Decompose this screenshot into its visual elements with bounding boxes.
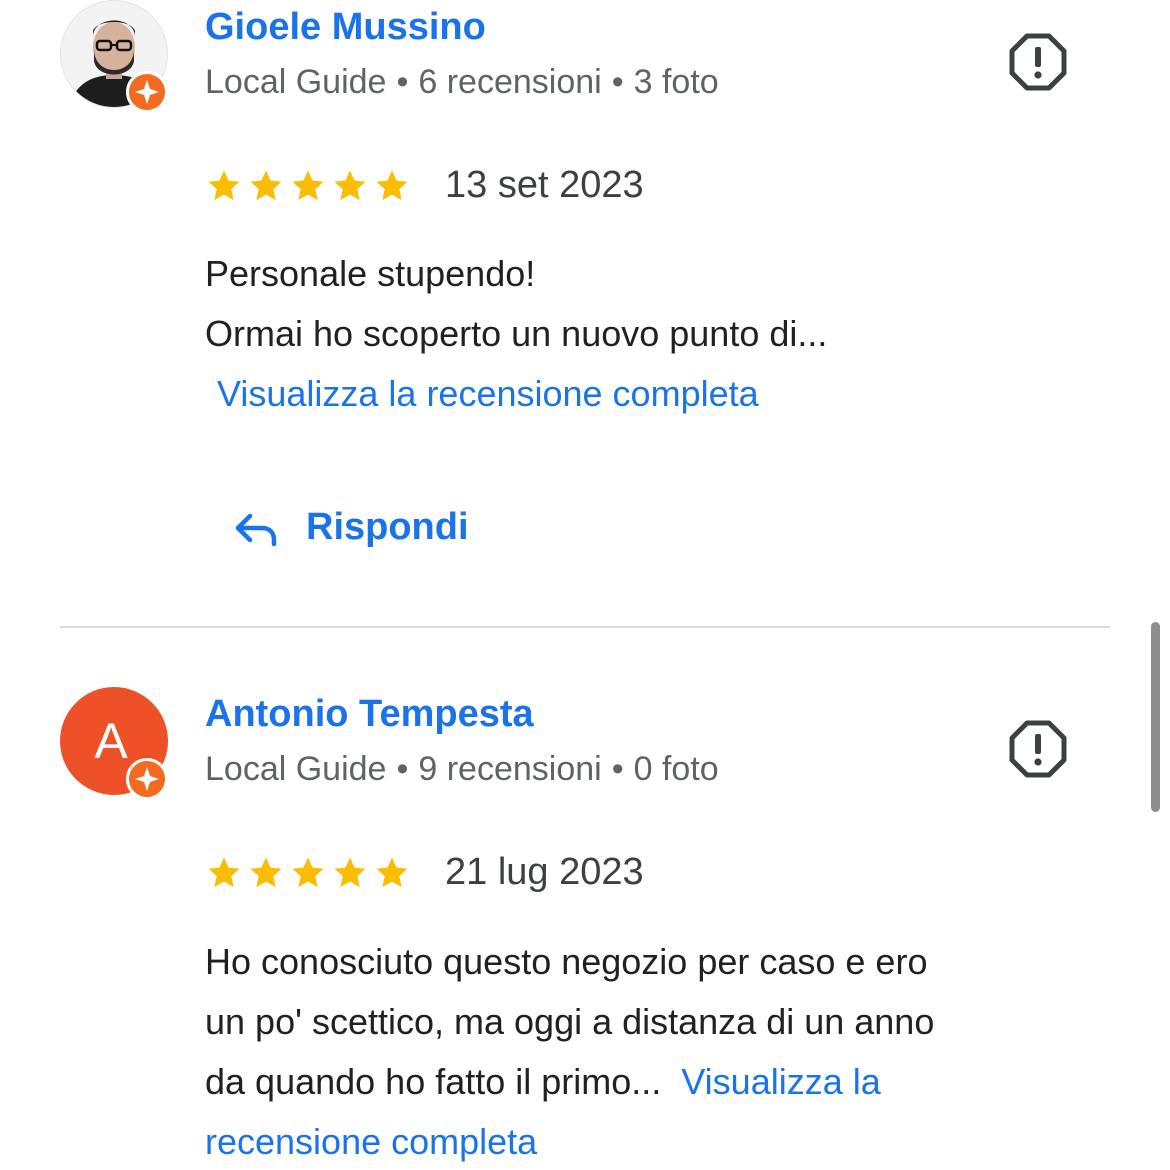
photos-count: 0 foto (633, 750, 719, 788)
separator: • (396, 63, 409, 101)
review-date: 21 lug 2023 (445, 851, 644, 893)
scrollbar-thumb[interactable] (1151, 622, 1160, 812)
report-icon (1009, 720, 1067, 778)
reviewer-meta: Local Guide • 6 recensioni • 3 foto (205, 63, 719, 102)
star-icon (250, 856, 282, 887)
review-text-line: da quando ho fatto il primo... Visualizz… (205, 1052, 1125, 1112)
reviewer-name[interactable]: Gioele Mussino (205, 6, 486, 49)
review-divider (60, 626, 1110, 628)
star-icon (250, 169, 282, 200)
separator: • (611, 63, 624, 101)
review-text: Personale stupendo! Ormai ho scoperto un… (205, 244, 1105, 424)
reply-label: Rispondi (306, 506, 469, 548)
star-icon (334, 169, 366, 200)
report-button[interactable] (1008, 719, 1068, 779)
review-text: Ho conosciuto questo negozio per caso e … (205, 932, 1125, 1170)
report-button[interactable] (1008, 32, 1068, 92)
star-rating (205, 854, 415, 892)
review-text-line: Ho conosciuto questo negozio per caso e … (205, 941, 928, 982)
photos-count: 3 foto (633, 63, 719, 101)
review-text-line: Personale stupendo! (205, 253, 536, 294)
full-review-link[interactable]: Visualizza la (681, 1061, 880, 1102)
star-icon (376, 169, 408, 200)
reviewer-meta: Local Guide • 9 recensioni • 0 foto (205, 750, 719, 789)
guide-label: Local Guide (205, 63, 387, 101)
review-text-line: Ormai ho scoperto un nuovo punto di... (205, 313, 828, 354)
star-rating (205, 167, 415, 205)
reviews-page: Gioele Mussino Local Guide • 6 recensioni •… (0, 0, 1170, 1170)
review-text-line: un po' scettico, ma oggi a distanza di u… (205, 1001, 935, 1042)
star-icon (376, 856, 408, 887)
reply-arrow-icon (235, 513, 277, 546)
reply-button[interactable]: Rispondi (232, 506, 469, 562)
local-guide-badge-icon (126, 758, 168, 800)
rating-row: 21 lug 2023 (205, 851, 644, 901)
reviews-count: 6 recensioni (418, 63, 602, 101)
star-icon (292, 169, 324, 200)
report-icon (1009, 33, 1067, 91)
separator: • (396, 750, 409, 788)
full-review-link[interactable]: Visualizza la recensione completa (205, 364, 1105, 424)
star-icon (208, 856, 240, 887)
guide-label: Local Guide (205, 750, 387, 788)
reviewer-name[interactable]: Antonio Tempesta (205, 693, 534, 736)
review-date: 13 set 2023 (445, 164, 644, 206)
star-icon (334, 856, 366, 887)
separator: • (611, 750, 624, 788)
local-guide-badge-icon (126, 71, 168, 113)
reviews-count: 9 recensioni (418, 750, 602, 788)
review-text-fragment: da quando ho fatto il primo... (205, 1061, 662, 1102)
rating-row: 13 set 2023 (205, 164, 644, 214)
star-icon (292, 856, 324, 887)
full-review-link-continued[interactable]: recensione completa (205, 1112, 1125, 1170)
star-icon (208, 169, 240, 200)
